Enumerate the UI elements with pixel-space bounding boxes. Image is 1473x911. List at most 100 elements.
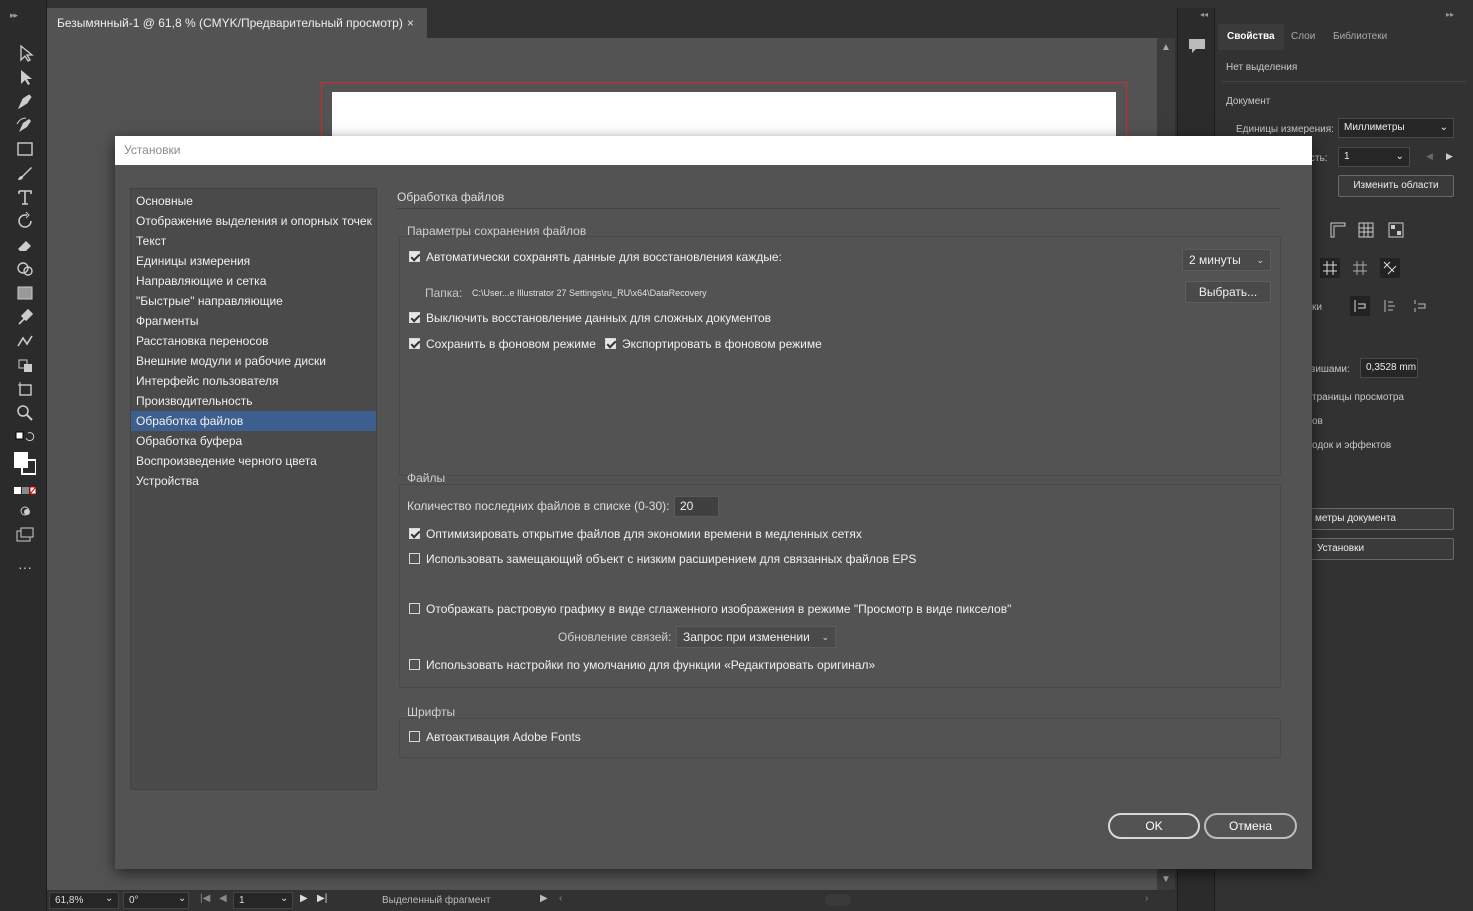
rectangle-tool-icon[interactable] xyxy=(14,138,36,160)
category-item[interactable]: Воспроизведение черного цвета xyxy=(131,451,376,471)
next-artboard-icon[interactable]: ▶ xyxy=(1446,151,1453,162)
draw-mode-icon[interactable] xyxy=(14,500,36,522)
tab-separator xyxy=(1396,34,1402,35)
panel-collapse-icon[interactable]: ▸▸ xyxy=(10,10,18,21)
category-item[interactable]: Направляющие и сетка xyxy=(131,271,376,291)
curvature-tool-icon[interactable] xyxy=(14,114,36,136)
optimize-checkbox[interactable] xyxy=(409,528,420,539)
choose-folder-button[interactable]: Выбрать... xyxy=(1185,281,1271,303)
update-links-dropdown[interactable]: Запрос при изменении ⌄ xyxy=(676,626,836,648)
pen-tool-icon[interactable] xyxy=(14,90,36,112)
background-export-checkbox[interactable] xyxy=(605,338,616,349)
folder-label: Папка: xyxy=(425,286,463,300)
category-item[interactable]: Текст xyxy=(131,231,376,251)
prev-artboard-icon[interactable]: ◀ xyxy=(219,893,227,904)
eraser-tool-icon[interactable] xyxy=(14,234,36,256)
category-item[interactable]: Внешние модули и рабочие диски xyxy=(131,351,376,371)
category-item[interactable]: Основные xyxy=(131,191,376,211)
transparency-grid-icon[interactable] xyxy=(1386,220,1406,240)
more-tools-icon[interactable]: ··· xyxy=(14,556,36,578)
close-tab-icon[interactable]: × xyxy=(407,8,427,38)
grid-icon[interactable] xyxy=(1356,220,1376,240)
tab-properties[interactable]: Свойства xyxy=(1218,24,1284,50)
document-tab[interactable]: Безымянный-1 @ 61,8 % (CMYK/Предваритель… xyxy=(47,8,427,38)
snap-to-point-icon[interactable] xyxy=(1380,258,1400,278)
align-selection-icon[interactable] xyxy=(1380,296,1400,316)
category-item[interactable]: "Быстрые" направляющие xyxy=(131,291,376,311)
cancel-button[interactable]: Отмена xyxy=(1204,813,1297,839)
comments-icon[interactable] xyxy=(1187,36,1207,61)
ok-button[interactable]: OK xyxy=(1108,813,1200,839)
document-setup-button[interactable]: метры документа xyxy=(1306,508,1454,530)
preview-bounds-label[interactable]: траницы просмотра xyxy=(1312,392,1404,403)
rotate-tool-icon[interactable] xyxy=(14,210,36,232)
next-artboard-icon[interactable]: ▶ xyxy=(300,893,308,904)
puppet-warp-tool-icon[interactable] xyxy=(14,330,36,352)
fill-stroke-swatch-icon[interactable] xyxy=(12,450,37,480)
background-save-checkbox[interactable] xyxy=(409,338,420,349)
category-item[interactable]: Производительность xyxy=(131,391,376,411)
symbol-sprayer-tool-icon[interactable] xyxy=(14,354,36,376)
zoom-dropdown-icon[interactable]: ⌄ xyxy=(105,893,113,904)
edit-original-checkbox[interactable] xyxy=(409,659,420,670)
edit-artboards-button[interactable]: Изменить области xyxy=(1338,175,1454,197)
units-dropdown[interactable]: Миллиметры ⌄ xyxy=(1338,118,1454,138)
expand-panels-icon[interactable]: ◂◂ xyxy=(1200,10,1208,19)
scroll-right-icon[interactable]: › xyxy=(1145,893,1148,904)
gradient-tool-icon[interactable] xyxy=(14,282,36,304)
partial-option-label[interactable]: ов xyxy=(1312,416,1323,427)
shape-builder-tool-icon[interactable] xyxy=(14,258,36,280)
snap-to-pixel-icon[interactable] xyxy=(1350,258,1370,278)
tab-libraries[interactable]: Библиотеки xyxy=(1324,24,1396,50)
preferences-button[interactable]: Установки xyxy=(1306,538,1454,560)
tab-layers[interactable]: Слои xyxy=(1282,24,1324,50)
category-item[interactable]: Единицы измерения xyxy=(131,251,376,271)
antialias-checkbox[interactable] xyxy=(409,603,420,614)
rulers-icon[interactable] xyxy=(1328,220,1348,240)
disable-recovery-checkbox[interactable] xyxy=(409,312,420,323)
files-section-title: Файлы xyxy=(407,471,446,485)
autosave-interval-dropdown[interactable]: 2 минуты ⌄ xyxy=(1182,249,1271,271)
artboard-dropdown-icon[interactable]: ⌄ xyxy=(280,893,288,904)
category-item[interactable]: Фрагменты xyxy=(131,311,376,331)
eyedropper-tool-icon[interactable] xyxy=(14,306,36,328)
status-menu-icon[interactable]: ▶ xyxy=(540,893,548,904)
recent-files-input[interactable]: 20 xyxy=(674,496,719,517)
paintbrush-tool-icon[interactable] xyxy=(14,162,36,184)
adobe-fonts-checkbox[interactable] xyxy=(409,731,420,742)
collapse-panel-icon[interactable]: ▸▸ xyxy=(1446,10,1454,19)
selection-tool-icon[interactable] xyxy=(14,42,36,64)
eps-proxy-checkbox[interactable] xyxy=(409,553,420,564)
category-item[interactable]: Расстановка переносов xyxy=(131,331,376,351)
first-artboard-icon[interactable]: |◀ xyxy=(200,893,210,904)
artboard-tool-icon[interactable] xyxy=(14,378,36,400)
rotation-dropdown-icon[interactable]: ⌄ xyxy=(178,893,186,904)
category-item[interactable]: Обработка буфера xyxy=(131,431,376,451)
dialog-title[interactable]: Установки xyxy=(115,136,1312,165)
scroll-up-icon[interactable]: ▲ xyxy=(1161,42,1171,53)
category-item[interactable]: Интерфейс пользователя xyxy=(131,371,376,391)
prev-artboard-icon[interactable]: ◀ xyxy=(1426,151,1433,162)
autosave-checkbox[interactable] xyxy=(409,251,420,262)
screen-mode-icon[interactable] xyxy=(14,524,36,546)
horizontal-scroll-thumb[interactable] xyxy=(825,894,851,906)
category-item[interactable]: Отображение выделения и опорных точек xyxy=(131,211,376,231)
autosave-label: Автоматически сохранять данные для восст… xyxy=(426,250,782,264)
artboard-select[interactable]: 1 ⌄ xyxy=(1338,147,1410,167)
artboard[interactable] xyxy=(332,92,1116,142)
scale-effects-label[interactable]: одок и эффектов xyxy=(1312,440,1391,451)
zoom-tool-icon[interactable] xyxy=(14,402,36,424)
last-artboard-icon[interactable]: ▶| xyxy=(317,893,327,904)
type-tool-icon[interactable] xyxy=(14,186,36,208)
interval-value: 2 минуты xyxy=(1189,253,1241,267)
fill-stroke-defaults-icon[interactable] xyxy=(14,428,36,450)
align-artboard-icon[interactable] xyxy=(1410,296,1430,316)
keyboard-increment-field[interactable]: 0,3528 mm xyxy=(1360,358,1418,378)
scroll-left-icon[interactable]: ‹ xyxy=(559,893,562,904)
align-key-icon[interactable] xyxy=(1350,296,1370,316)
category-item[interactable]: Устройства xyxy=(131,471,376,491)
direct-selection-tool-icon[interactable] xyxy=(14,66,36,88)
category-item-selected[interactable]: Обработка файлов xyxy=(131,411,376,431)
snap-to-grid-icon[interactable] xyxy=(1320,258,1340,278)
scroll-down-icon[interactable]: ▼ xyxy=(1161,874,1171,885)
